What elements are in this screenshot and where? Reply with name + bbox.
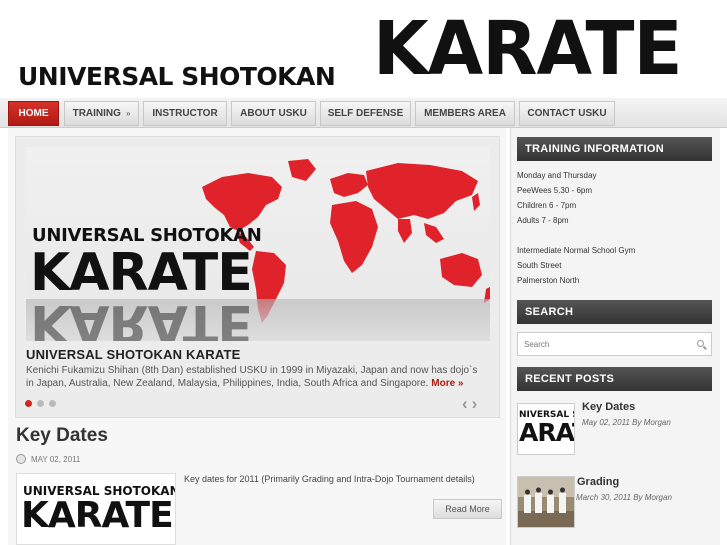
slider-dot-3[interactable] xyxy=(49,400,56,407)
slider-pagination xyxy=(25,400,56,407)
slider-dot-2[interactable] xyxy=(37,400,44,407)
site-header: UNIVERSAL SHOTOKAN KARATE xyxy=(0,0,727,100)
nav-item-label: ABOUT USKU xyxy=(240,108,307,119)
post-title[interactable]: Key Dates xyxy=(16,425,108,447)
widget-title-recent-posts: RECENT POSTS xyxy=(517,367,712,391)
read-more-button[interactable]: Read More xyxy=(433,499,502,519)
training-line: PeeWees 5.30 - 6pm xyxy=(517,186,593,195)
post-excerpt: Key dates for 2011 (Primarily Grading an… xyxy=(184,474,475,484)
recent-post-meta: May 02, 2011 By Morgan xyxy=(582,418,671,427)
calendar-icon xyxy=(16,454,26,464)
slide-title[interactable]: UNIVERSAL SHOTOKAN KARATE xyxy=(26,347,240,362)
next-arrow-icon[interactable]: › xyxy=(472,394,478,414)
nav-item-label: MEMBERS AREA xyxy=(424,108,506,119)
recent-thumb-text-big: ARAT xyxy=(519,418,574,447)
logo-text-small[interactable]: UNIVERSAL SHOTOKAN xyxy=(18,62,336,91)
training-line: Adults 7 - 8pm xyxy=(517,216,569,225)
post-thumbnail[interactable]: UNIVERSAL SHOTOKAN KARATE xyxy=(16,473,176,545)
nav-item-label: SELF DEFENSE xyxy=(327,108,404,119)
search-input[interactable] xyxy=(524,339,694,349)
recent-post-meta: March 30, 2011 By Morgan xyxy=(576,493,672,502)
training-line: Monday and Thursday xyxy=(517,171,597,180)
training-line: Palmerston North xyxy=(517,276,580,285)
search-icon[interactable] xyxy=(697,340,704,347)
training-line: South Street xyxy=(517,261,562,270)
nav-item-training[interactable]: TRAINING » xyxy=(64,101,139,126)
submenu-arrow-icon: » xyxy=(125,109,131,118)
recent-post-thumbnail[interactable] xyxy=(517,476,575,528)
slide-description-text: Kenichi Fukamizu Shihan (8th Dan) establ… xyxy=(26,365,478,389)
nav-item-home[interactable]: HOME xyxy=(8,101,59,126)
slide-logo-big: KARATE xyxy=(30,243,253,303)
grading-photo-image xyxy=(518,477,574,527)
slide-logo-reflection: KARATE xyxy=(30,293,252,341)
search-box xyxy=(517,332,712,356)
slider-dot-1[interactable] xyxy=(25,400,32,407)
post-date: MAY 02, 2011 xyxy=(31,454,81,464)
thumb-logo-big: KARATE xyxy=(21,495,174,536)
nav-item-members-area[interactable]: MEMBERS AREA xyxy=(415,101,515,126)
nav-item-label: INSTRUCTOR xyxy=(152,108,218,119)
main-nav: HOME TRAINING » INSTRUCTOR ABOUT USKU SEL… xyxy=(0,98,727,128)
widget-title-search: SEARCH xyxy=(517,300,712,324)
slide-description: Kenichi Fukamizu Shihan (8th Dan) establ… xyxy=(26,364,486,390)
slide-image[interactable]: UNIVERSAL SHOTOKAN KARATE KARATE xyxy=(26,147,490,341)
training-line: Intermediate Normal School Gym xyxy=(517,246,636,255)
nav-item-label: CONTACT USKU xyxy=(527,108,607,119)
featured-slider: UNIVERSAL SHOTOKAN KARATE KARATE UNIVERS… xyxy=(15,136,500,418)
post-meta: MAY 02, 2011 xyxy=(16,454,80,464)
logo-text-big[interactable]: KARATE xyxy=(373,12,683,86)
recent-post-title[interactable]: Grading xyxy=(577,476,619,488)
recent-post-thumbnail[interactable]: NIVERSAL SHO ARAT xyxy=(517,403,575,455)
nav-item-instructor[interactable]: INSTRUCTOR xyxy=(143,101,227,126)
nav-item-contact[interactable]: CONTACT USKU xyxy=(519,101,615,126)
widget-title-training: TRAINING INFORMATION xyxy=(517,137,712,161)
nav-item-label: HOME xyxy=(18,108,49,119)
nav-item-about[interactable]: ABOUT USKU xyxy=(231,101,316,126)
recent-post-title[interactable]: Key Dates xyxy=(582,401,635,413)
nav-item-self-defense[interactable]: SELF DEFENSE xyxy=(320,101,411,126)
nav-item-label: TRAINING xyxy=(72,108,121,119)
more-link[interactable]: More » xyxy=(431,378,463,389)
prev-arrow-icon[interactable]: ‹ xyxy=(462,394,468,414)
training-line: Children 6 - 7pm xyxy=(517,201,577,210)
slider-arrows: ‹ › xyxy=(462,394,477,414)
